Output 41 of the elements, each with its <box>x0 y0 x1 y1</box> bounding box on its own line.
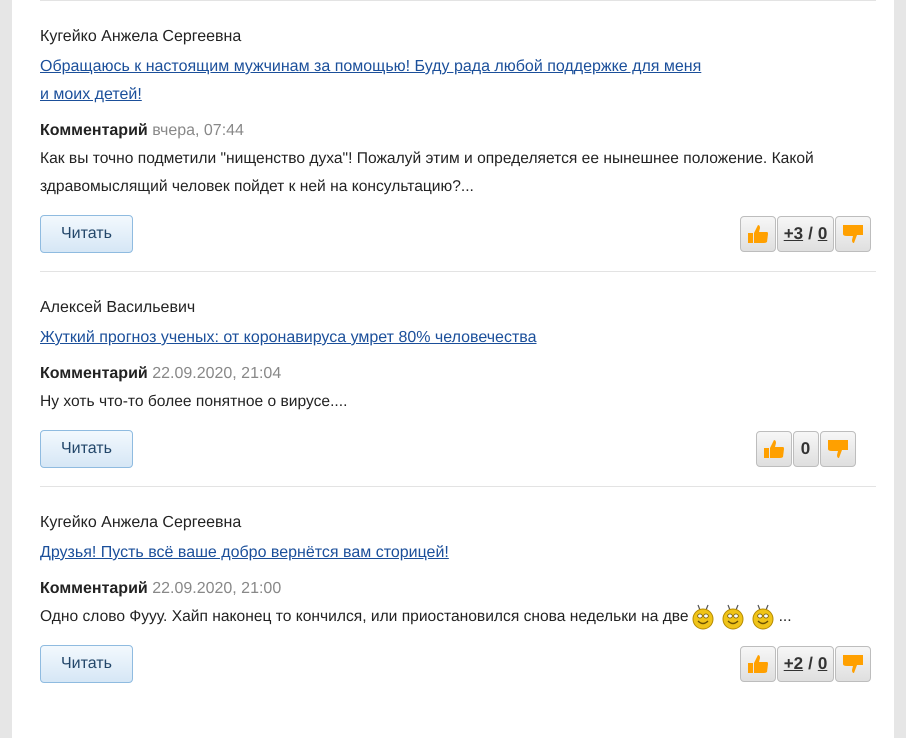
author-name: Кугейко Анжела Сергеевна <box>40 27 242 47</box>
author-name: Алексей Васильевич <box>40 298 196 318</box>
vote-separator: / <box>808 224 813 244</box>
smiley-icon <box>690 604 715 630</box>
like-button[interactable] <box>740 646 776 682</box>
read-button[interactable]: Читать <box>40 430 133 468</box>
smiley-icon <box>750 604 775 630</box>
comment-date: вчера, 07:44 <box>152 122 244 139</box>
upvote-count[interactable]: +2 <box>784 654 804 674</box>
smiley-icon <box>720 604 745 630</box>
dislike-button[interactable] <box>835 646 872 682</box>
upvote-count[interactable]: +3 <box>784 224 804 244</box>
thumbs-down-icon <box>826 437 850 461</box>
downvote-count[interactable]: 0 <box>818 224 828 244</box>
vote-total: 0 <box>792 431 818 467</box>
comment-label: Комментарий <box>40 580 148 597</box>
thumbs-up-icon <box>762 437 786 461</box>
author-name: Кугейко Анжела Сергеевна <box>40 513 242 533</box>
article-link[interactable]: Жуткий прогноз ученых: от коронавируса умрет 80% человечества <box>40 324 710 352</box>
thumbs-up-icon <box>746 652 770 676</box>
dislike-button[interactable] <box>835 216 872 252</box>
ellipsis-text: ... <box>778 607 792 627</box>
thumbs-down-icon <box>841 222 866 246</box>
like-button[interactable] <box>740 216 776 252</box>
read-button[interactable]: Читать <box>40 215 133 253</box>
comment-text: Ну хоть что-то более понятное о вирусе.... <box>40 393 348 410</box>
article-link[interactable]: Друзья! Пусть всё ваше добро вернётся вам сторицей! <box>40 539 710 567</box>
dislike-button[interactable] <box>820 431 856 467</box>
thumbs-up-icon <box>746 222 770 246</box>
comment-date: 22.09.2020, 21:00 <box>152 580 282 597</box>
vote-separator: / <box>808 654 813 674</box>
read-button[interactable]: Читать <box>40 645 133 683</box>
comment-text: Как вы точно подметили "нищенство духа"! Пожалуй этим и определяется ее нынешнее положение. Какой здравомыслящий человек пойдет к ней на консультацию?... <box>40 150 814 195</box>
comment-label: Комментарий <box>40 365 148 382</box>
comment-label: Комментарий <box>40 122 148 139</box>
comment-text: Одно слово Фууу. Хайп наконец то кончился, или приостановился снова недельки на две <box>40 607 689 627</box>
comment-date: 22.09.2020, 21:04 <box>152 365 282 382</box>
downvote-count[interactable]: 0 <box>818 654 828 674</box>
like-button[interactable] <box>756 431 792 467</box>
thumbs-down-icon <box>841 652 866 676</box>
article-link[interactable]: Обращаюсь к настоящим мужчинам за помощью! Буду рада любой поддержке для меня и моих детей! <box>40 53 710 109</box>
